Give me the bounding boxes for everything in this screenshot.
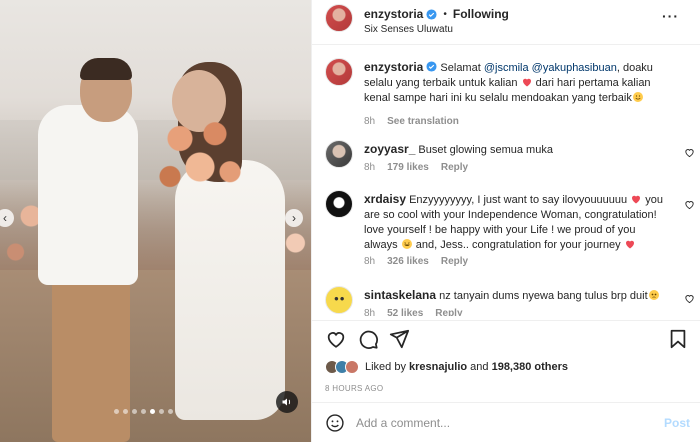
avatar[interactable] bbox=[345, 360, 359, 374]
comment-time: 8h bbox=[364, 162, 376, 173]
avatar[interactable] bbox=[325, 4, 353, 32]
comment-icon[interactable] bbox=[357, 328, 379, 350]
liked-by-prefix: Liked by bbox=[365, 361, 410, 373]
comment-body: nz tanyain dums nyewa bang tulus brp dui… bbox=[436, 290, 648, 302]
caption-text-part: Selamat bbox=[437, 62, 484, 74]
avatar[interactable] bbox=[325, 286, 353, 314]
carousel-dot bbox=[159, 409, 164, 414]
reply-button[interactable]: Reply bbox=[441, 162, 468, 173]
comment-time: 8h bbox=[364, 308, 376, 316]
comment-username[interactable]: zoyyasr_ bbox=[364, 142, 415, 156]
header-username[interactable]: enzystoria bbox=[364, 7, 423, 21]
like-comment-heart-icon[interactable] bbox=[684, 147, 695, 158]
avatar[interactable] bbox=[325, 140, 353, 168]
comment-body: and, Jess.. congratulation for your jour… bbox=[412, 239, 624, 251]
caption-time: 8h bbox=[364, 116, 376, 127]
comment-time: 8h bbox=[364, 256, 376, 267]
pleading-face-icon bbox=[648, 290, 659, 300]
carousel-dots bbox=[114, 409, 173, 414]
post-comment-button[interactable]: Post bbox=[664, 416, 690, 430]
post-header: enzystoria • Following Six Senses Uluwat… bbox=[312, 0, 700, 45]
photo-man-hair bbox=[80, 58, 132, 80]
liked-by-middle: and bbox=[467, 361, 492, 373]
laughing-face-icon bbox=[401, 239, 412, 249]
speaker-icon bbox=[282, 398, 291, 406]
post-details-panel: enzystoria • Following Six Senses Uluwat… bbox=[311, 0, 700, 442]
comment-likes[interactable]: 326 likes bbox=[387, 256, 429, 267]
smile-icon[interactable] bbox=[325, 413, 345, 433]
comment-likes[interactable]: 179 likes bbox=[387, 162, 429, 173]
comment-meta: 8h 52 likes Reply bbox=[364, 308, 463, 316]
header-separator: • bbox=[443, 8, 447, 20]
carousel-dot bbox=[123, 409, 128, 414]
see-translation-button[interactable]: See translation bbox=[387, 116, 459, 127]
avatar[interactable] bbox=[325, 58, 353, 86]
smiling-face-icon bbox=[632, 92, 643, 102]
add-comment-input[interactable] bbox=[356, 415, 646, 431]
comment-meta: 8h 326 likes Reply bbox=[364, 256, 468, 267]
photo-man-shirt bbox=[38, 105, 138, 285]
liked-by-row: Liked by kresnajulio and 198,380 others bbox=[325, 360, 568, 374]
header-name-row: enzystoria • Following bbox=[364, 7, 509, 21]
like-comment-heart-icon[interactable] bbox=[684, 199, 695, 210]
carousel-dot bbox=[114, 409, 119, 414]
red-heart-icon bbox=[522, 78, 531, 87]
share-icon[interactable] bbox=[388, 328, 410, 350]
caption-text: enzystoria Selamat @jscmila @yakuphasibu… bbox=[364, 60, 669, 106]
red-heart-icon bbox=[625, 240, 634, 249]
post-time-ago[interactable]: 8 HOURS AGO bbox=[325, 384, 383, 393]
post-location[interactable]: Six Senses Uluwatu bbox=[364, 24, 453, 35]
comment-username[interactable]: xrdaisy bbox=[364, 192, 406, 206]
liked-by-user[interactable]: kresnajulio bbox=[409, 361, 467, 373]
photo-bouquet bbox=[150, 110, 250, 205]
verified-badge-icon bbox=[426, 61, 437, 72]
audio-toggle-button[interactable] bbox=[276, 391, 298, 413]
verified-badge-icon bbox=[426, 8, 437, 20]
reply-button[interactable]: Reply bbox=[441, 256, 468, 267]
caption-meta: 8h See translation bbox=[364, 116, 459, 127]
chevron-right-icon: › bbox=[292, 211, 296, 225]
caption-username[interactable]: enzystoria bbox=[364, 60, 423, 74]
carousel-dot bbox=[168, 409, 173, 414]
chevron-left-icon: ‹ bbox=[3, 211, 7, 225]
comment-likes[interactable]: 52 likes bbox=[387, 308, 423, 316]
comment-text: xrdaisy Enzyyyyyyyy, I just want to say … bbox=[364, 192, 669, 253]
photo-man-pants bbox=[52, 280, 130, 442]
comment-text: zoyyasr_ Buset glowing semua muka bbox=[364, 142, 669, 158]
post-photo[interactable]: ‹ › bbox=[0, 0, 311, 442]
reply-button[interactable]: Reply bbox=[435, 308, 462, 316]
comments-list[interactable]: enzystoria Selamat @jscmila @yakuphasibu… bbox=[312, 46, 700, 316]
next-slide-button[interactable]: › bbox=[285, 209, 303, 227]
bookmark-icon[interactable] bbox=[667, 328, 689, 350]
comment-meta: 8h 179 likes Reply bbox=[364, 162, 468, 173]
avatar[interactable] bbox=[325, 190, 353, 218]
mention-link[interactable]: @yakuphasibuan bbox=[532, 62, 617, 74]
liked-by-text: Liked by kresnajulio and 198,380 others bbox=[365, 361, 568, 373]
comment-body: Buset glowing semua muka bbox=[415, 144, 553, 156]
instagram-post-view: ‹ › enzystoria • Following Six Senses Ul… bbox=[0, 0, 700, 442]
red-heart-icon bbox=[632, 195, 641, 204]
mention-link[interactable]: @jscmila bbox=[484, 62, 529, 74]
more-options-button[interactable]: ··· bbox=[662, 8, 679, 24]
carousel-dot bbox=[132, 409, 137, 414]
following-button[interactable]: Following bbox=[453, 7, 509, 21]
post-actions-bar bbox=[312, 320, 700, 356]
comment-body: Enzyyyyyyyy, I just want to say ilovyouu… bbox=[406, 194, 631, 206]
comment-username[interactable]: sintaskelana bbox=[364, 288, 436, 302]
heart-icon[interactable] bbox=[325, 328, 347, 350]
like-comment-heart-icon[interactable] bbox=[684, 293, 695, 304]
carousel-dot bbox=[150, 409, 155, 414]
comment-text: sintaskelana nz tanyain dums nyewa bang … bbox=[364, 288, 669, 304]
add-comment-bar: Post bbox=[312, 402, 700, 442]
carousel-dot bbox=[141, 409, 146, 414]
likes-count[interactable]: 198,380 others bbox=[492, 361, 568, 373]
